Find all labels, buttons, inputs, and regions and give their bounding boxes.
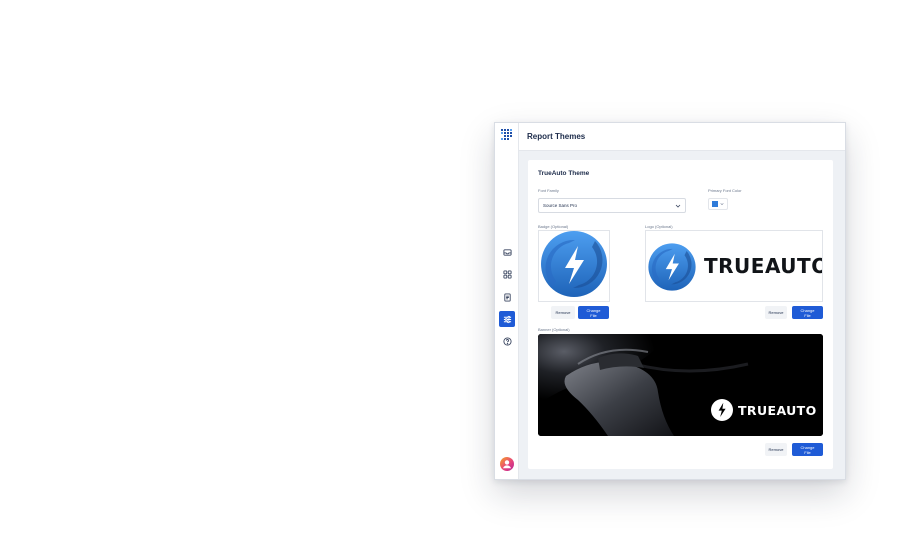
- user-avatar[interactable]: [500, 457, 514, 471]
- chevron-down-icon: [720, 203, 724, 206]
- font-family-value: Source Sans Pro: [543, 203, 578, 208]
- banner-wordmark: TRUEAUTO: [738, 403, 817, 418]
- primary-font-color-picker[interactable]: [708, 198, 728, 210]
- badge-change-file-button[interactable]: Change File: [578, 306, 609, 319]
- font-family-select[interactable]: Source Sans Pro: [538, 198, 686, 213]
- color-swatch: [712, 201, 718, 207]
- chevron-down-icon: [675, 204, 681, 208]
- inbox-icon: [502, 248, 512, 256]
- sidebar-item-inbox[interactable]: [499, 244, 515, 260]
- app-window: Report Themes TrueAuto Theme Font Family…: [494, 122, 846, 480]
- banner-bolt-icon: [711, 399, 733, 421]
- primary-font-color-label: Primary Font Color: [708, 188, 742, 193]
- sidebar: [495, 123, 519, 479]
- document-icon: [503, 292, 511, 302]
- banner-label: Banner (Optional): [538, 327, 570, 332]
- logo-label: Logo (Optional): [645, 224, 673, 229]
- logo-remove-button[interactable]: Remove: [765, 306, 787, 319]
- ev-charger-photo: [538, 334, 823, 436]
- logo-bolt-icon: [648, 243, 696, 291]
- app-logo-icon[interactable]: [501, 129, 514, 142]
- badge-remove-button[interactable]: Remove: [551, 306, 575, 319]
- grid-icon: [502, 269, 512, 279]
- logo-wordmark: TRUEAUTO: [704, 254, 823, 278]
- logo-preview: TRUEAUTO: [645, 230, 823, 302]
- sidebar-item-dashboards[interactable]: [499, 266, 515, 282]
- sliders-icon: [503, 315, 511, 323]
- sidebar-item-help[interactable]: [499, 333, 515, 349]
- page-title: Report Themes: [527, 132, 586, 141]
- lightning-bolt-badge-icon: [541, 231, 607, 297]
- help-icon: [502, 336, 512, 346]
- theme-title: TrueAuto Theme: [538, 170, 590, 177]
- badge-preview: [538, 230, 610, 302]
- sidebar-item-themes[interactable]: [499, 311, 515, 327]
- theme-card: TrueAuto Theme Font Family Source Sans P…: [528, 160, 833, 469]
- page-header: Report Themes: [519, 123, 845, 151]
- stage: Report Themes TrueAuto Theme Font Family…: [0, 0, 900, 535]
- sidebar-item-reports[interactable]: [499, 289, 515, 305]
- logo-change-file-button[interactable]: Change File: [792, 306, 823, 319]
- banner-preview: TRUEAUTO: [538, 334, 823, 436]
- badge-label: Badge (Optional): [538, 224, 569, 229]
- banner-remove-button[interactable]: Remove: [765, 443, 787, 456]
- font-family-label: Font Family: [538, 188, 559, 193]
- banner-change-file-button[interactable]: Change File: [792, 443, 823, 456]
